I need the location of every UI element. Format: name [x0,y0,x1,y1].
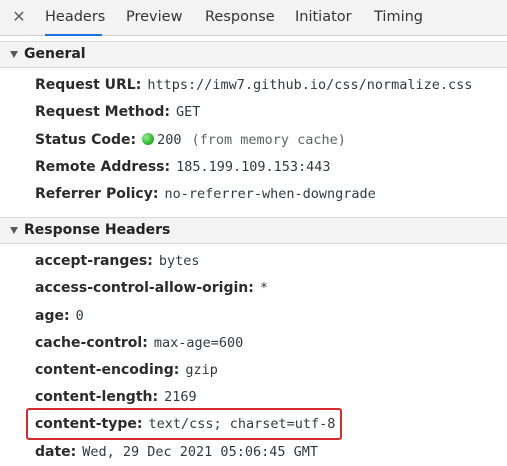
highlight-box [26,408,342,440]
request-url-row: Request URL: https://imw7.github.io/css/n… [35,73,472,97]
status-ok-icon [142,133,155,145]
close-icon[interactable]: ✕ [10,8,28,26]
header-row: content-encoding: gzip [35,358,218,382]
remote-address-row: Remote Address: 185.199.109.153:443 [35,155,331,179]
header-key: content-length: [35,389,159,405]
tab-response[interactable]: Response [205,0,275,35]
header-value: bytes [158,253,200,269]
collapse-arrow-icon[interactable] [10,227,18,234]
header-value: gzip [185,362,218,378]
devtools-headers-panel: ✕ Headers Preview Response Initiator Tim… [0,0,507,466]
tab-timing[interactable]: Timing [374,0,423,35]
status-code-value: 200 [157,132,182,148]
status-code-key: Status Code: [35,132,137,148]
tab-headers[interactable]: Headers [45,0,105,36]
remote-address-key: Remote Address: [35,159,171,175]
request-method-value: GET [175,104,201,120]
header-key: accept-ranges: [35,253,153,269]
tab-initiator[interactable]: Initiator [295,0,352,35]
header-value: max-age=600 [153,335,244,351]
header-row: age: 0 [35,304,84,328]
status-code-extra: (from memory cache) [191,132,346,148]
tab-preview[interactable]: Preview [126,0,182,35]
request-url-key: Request URL: [35,77,142,93]
response-headers-section-title: Response Headers [24,222,171,238]
request-url-value[interactable]: https://imw7.github.io/css/normalize.css [147,77,472,93]
general-section-title: General [24,46,86,62]
referrer-policy-row: Referrer Policy: no-referrer-when-downgra… [35,182,376,206]
referrer-policy-value: no-referrer-when-downgrade [164,186,376,202]
remote-address-value: 185.199.109.153:443 [176,159,331,175]
request-method-key: Request Method: [35,104,170,120]
header-row: date: Wed, 29 Dec 2021 05:06:45 GMT [35,440,318,464]
collapse-arrow-icon[interactable] [10,51,18,58]
request-method-row: Request Method: GET [35,100,200,124]
header-key: age: [35,308,70,324]
general-section-header[interactable]: General [0,41,507,68]
header-value: 2169 [164,389,197,405]
header-row: accept-ranges: bytes [35,249,199,273]
header-key: date: [35,444,77,460]
status-code-row: Status Code: 200 (from memory cache) [35,128,346,152]
header-key: content-encoding: [35,362,180,378]
header-value: 0 [75,308,84,324]
header-value: * [259,280,268,296]
header-value: Wed, 29 Dec 2021 05:06:45 GMT [82,444,318,460]
header-row: cache-control: max-age=600 [35,331,243,355]
header-key: access-control-allow-origin: [35,280,254,296]
referrer-policy-key: Referrer Policy: [35,186,159,202]
header-row: access-control-allow-origin: * [35,276,268,300]
header-key: cache-control: [35,335,148,351]
response-headers-section-header[interactable]: Response Headers [0,217,507,244]
header-row: content-length: 2169 [35,385,197,409]
tab-bar: ✕ Headers Preview Response Initiator Tim… [0,0,507,36]
